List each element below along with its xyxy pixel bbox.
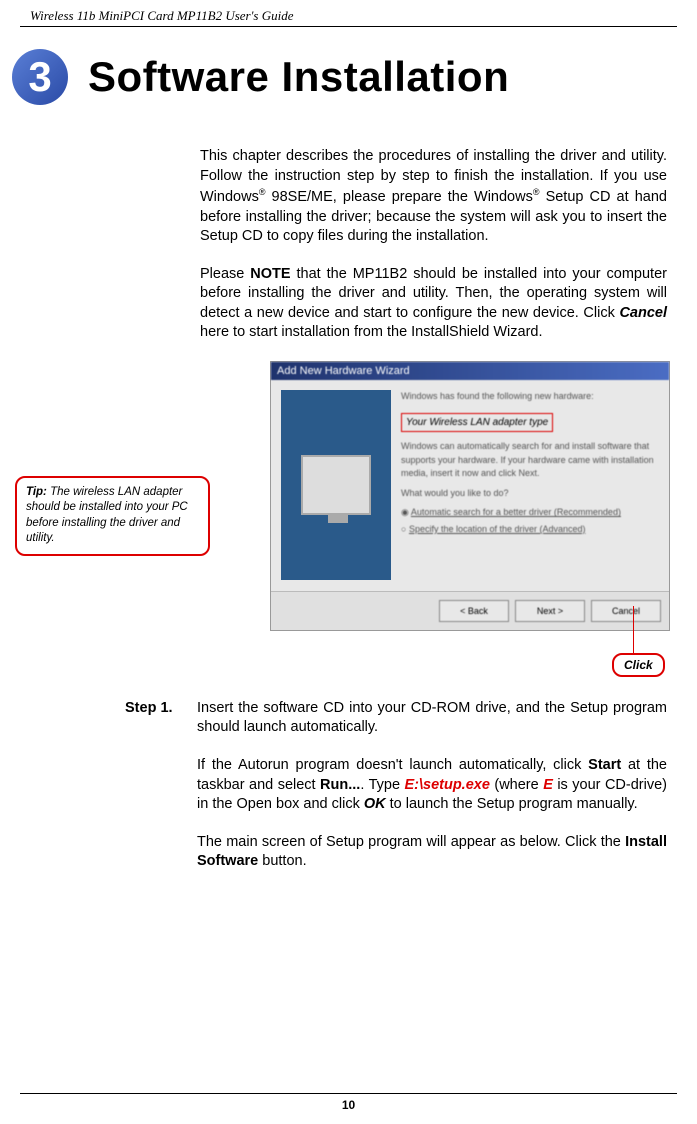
wizard-cancel-button[interactable]: Cancel <box>591 600 661 622</box>
intro-text: This chapter describes the procedures of… <box>0 107 697 343</box>
step-1-p1: Insert the software CD into your CD-ROM … <box>197 699 667 738</box>
intro-paragraph-1: This chapter describes the procedures of… <box>200 147 667 247</box>
tip-label: Tip: <box>26 486 47 498</box>
wizard-content: Windows has found the following new hard… <box>401 390 659 580</box>
chapter-heading: 3 Software Installation <box>0 27 697 107</box>
chapter-number: 3 <box>28 56 51 98</box>
wizard-titlebar: Add New Hardware Wizard <box>271 362 669 380</box>
callout-connector <box>633 606 634 654</box>
wizard-button-bar: < Back Next > Cancel <box>271 591 669 630</box>
wizard-radio-1[interactable]: ◉ Automatic search for a better driver (… <box>401 506 659 520</box>
wizard-text-2: Windows can automatically search for and… <box>401 440 659 481</box>
step-1-p3: The main screen of Setup program will ap… <box>197 833 667 872</box>
wizard-area: Add New Hardware Wizard Windows has foun… <box>0 361 697 681</box>
step-1-content: Insert the software CD into your CD-ROM … <box>197 699 667 890</box>
page-footer: 10 <box>20 1093 677 1112</box>
wizard-radio-2[interactable]: ○ Specify the location of the driver (Ad… <box>401 523 659 537</box>
tip-callout: Tip: The wireless LAN adapter should be … <box>15 476 210 556</box>
wizard-text-1: Windows has found the following new hard… <box>401 390 659 404</box>
intro-paragraph-2: Please NOTE that the MP11B2 should be in… <box>200 265 667 343</box>
step-section: Step 1. Insert the software CD into your… <box>0 681 697 890</box>
monitor-icon <box>301 455 371 515</box>
click-callout: Click <box>612 653 665 677</box>
wizard-back-button[interactable]: < Back <box>439 600 509 622</box>
wizard-text-3: What would you like to do? <box>401 487 659 501</box>
step-1-p2: If the Autorun program doesn't launch au… <box>197 756 667 815</box>
adapter-type-callout: Your Wireless LAN adapter type <box>401 413 553 432</box>
wizard-next-button[interactable]: Next > <box>515 600 585 622</box>
wizard-sidebar <box>281 390 391 580</box>
step-1-label: Step 1. <box>125 699 187 890</box>
chapter-title: Software Installation <box>88 53 509 101</box>
document-header: Wireless 11b MiniPCI Card MP11B2 User's … <box>20 0 677 27</box>
tip-text: The wireless LAN adapter should be insta… <box>26 486 188 545</box>
chapter-number-badge: 3 <box>10 47 70 107</box>
wizard-dialog: Add New Hardware Wizard Windows has foun… <box>270 361 670 631</box>
